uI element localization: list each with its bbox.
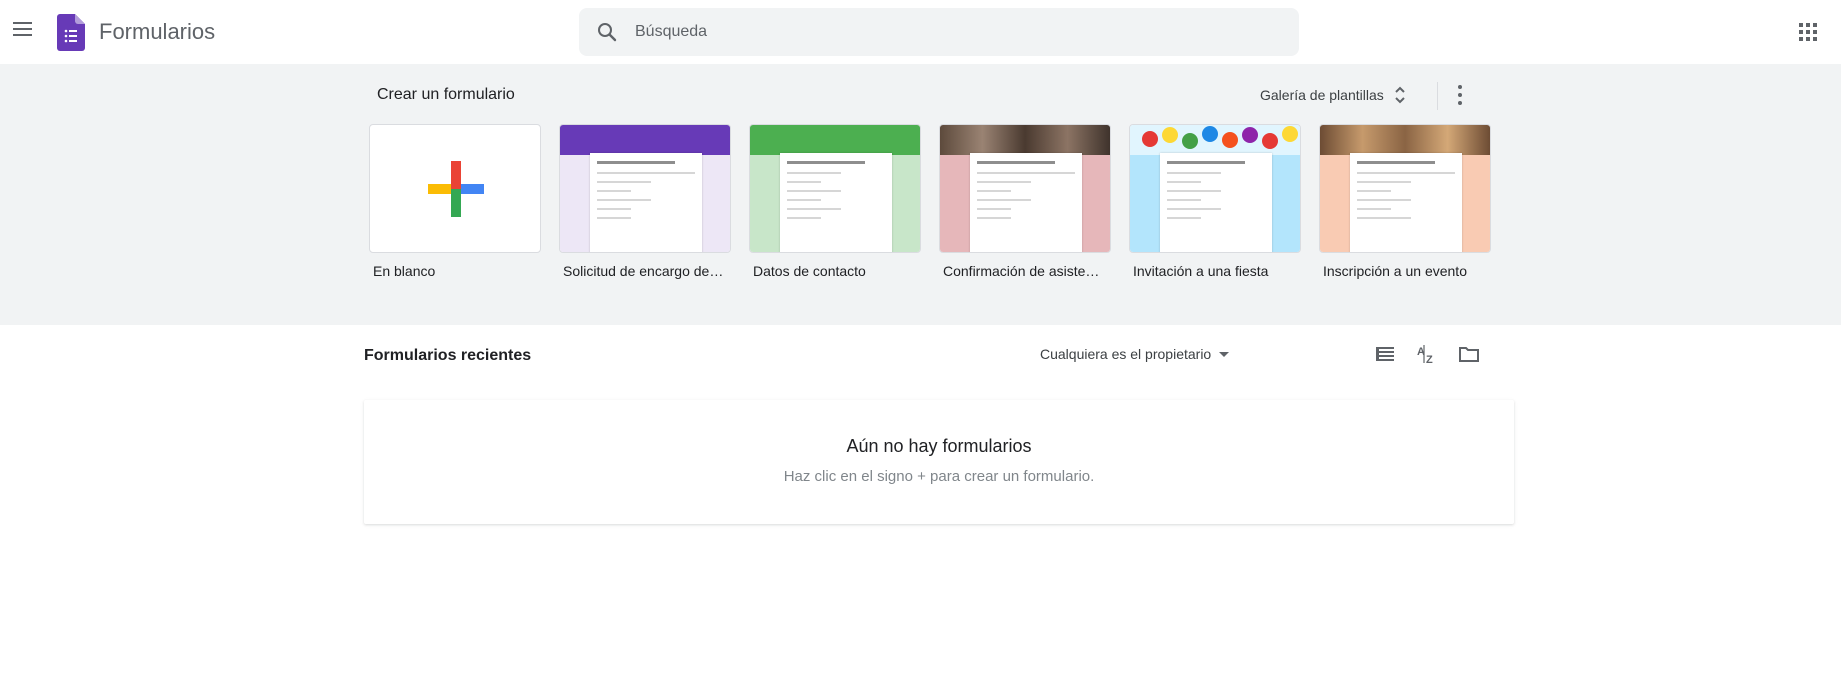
thumbnail-header <box>750 125 920 155</box>
owner-filter-dropdown[interactable]: Cualquiera es el propietario <box>1040 342 1230 366</box>
thumbnail-form <box>1350 153 1462 252</box>
owner-filter-label: Cualquiera es el propietario <box>1040 346 1212 362</box>
thumbnail-form <box>780 153 892 252</box>
template-gallery-label: Galería de plantillas <box>1260 87 1384 103</box>
search-icon[interactable] <box>595 20 619 44</box>
template-name: Inscripción a un evento <box>1323 263 1467 279</box>
empty-state-subtitle: Haz clic en el signo + para crear un for… <box>783 468 1095 485</box>
recent-forms-title: Formularios recientes <box>364 347 532 364</box>
hamburger-menu-icon[interactable] <box>10 16 38 44</box>
template-thumbnail[interactable] <box>939 124 1111 253</box>
template-gallery: Crear un formulario Galería de plantilla… <box>0 64 1841 325</box>
divider <box>1437 82 1438 110</box>
search-bar[interactable] <box>579 8 1299 56</box>
thumbnail-balloons <box>1130 125 1300 155</box>
template-name: Datos de contacto <box>753 263 866 279</box>
unfold-more-icon <box>1395 86 1405 104</box>
forms-logo-icon[interactable] <box>57 14 85 51</box>
list-view-icon[interactable] <box>1373 342 1397 366</box>
search-input[interactable] <box>635 8 1285 56</box>
template-name: Solicitud de encargo de camisetas <box>563 263 727 279</box>
template-thumbnail[interactable] <box>749 124 921 253</box>
template-gallery-toggle[interactable]: Galería de plantillas <box>1254 80 1412 110</box>
template-party-invite[interactable]: Invitación a una fiesta <box>1129 124 1301 279</box>
template-contact-info[interactable]: Datos de contacto <box>749 124 921 279</box>
plus-icon <box>428 161 484 217</box>
template-event-registration[interactable]: Inscripción a un evento <box>1319 124 1491 279</box>
template-event-rsvp[interactable]: Confirmación de asistencia al evento <box>939 124 1111 279</box>
sort-az-icon[interactable]: A Z <box>1415 342 1439 366</box>
template-blank[interactable]: En blanco <box>369 124 541 279</box>
thumbnail-form <box>1160 153 1272 252</box>
template-thumbnail[interactable] <box>1319 124 1491 253</box>
template-thumbnail[interactable] <box>369 124 541 253</box>
thumbnail-photo <box>1320 125 1490 155</box>
thumbnail-form <box>590 153 702 252</box>
thumbnail-photo <box>940 125 1110 155</box>
template-name: Invitación a una fiesta <box>1133 263 1269 279</box>
thumbnail-header <box>560 125 730 155</box>
folder-icon[interactable] <box>1457 342 1481 366</box>
svg-text:Z: Z <box>1426 354 1433 366</box>
gallery-title: Crear un formulario <box>377 86 515 103</box>
thumbnail-form <box>970 153 1082 252</box>
app-title[interactable]: Formularios <box>99 19 215 45</box>
apps-grid-icon[interactable] <box>1796 20 1820 44</box>
app-header: Formularios <box>0 0 1841 64</box>
template-name: Confirmación de asistencia al evento <box>943 263 1107 279</box>
template-name: En blanco <box>373 263 436 279</box>
caret-down-icon <box>1219 351 1230 357</box>
empty-state-title: Aún no hay formularios <box>846 436 1032 456</box>
more-vert-icon[interactable] <box>1450 81 1470 109</box>
template-thumbnail[interactable] <box>559 124 731 253</box>
template-thumbnail[interactable] <box>1129 124 1301 253</box>
template-tshirt-order[interactable]: Solicitud de encargo de camisetas <box>559 124 731 279</box>
empty-state-card: Aún no hay formularios Haz clic en el si… <box>364 400 1514 524</box>
